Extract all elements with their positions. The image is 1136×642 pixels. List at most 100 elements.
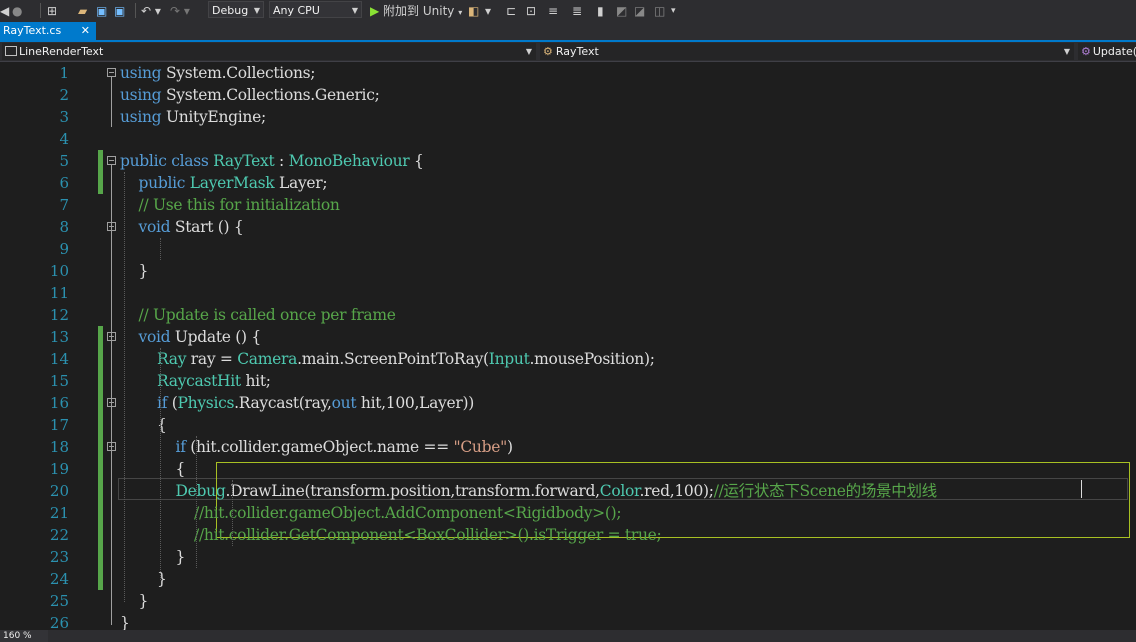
- code-token: LayerMask: [189, 174, 275, 192]
- code-line[interactable]: using System.Collections.Generic;: [120, 84, 380, 106]
- code-line[interactable]: void Update () {: [120, 326, 262, 348]
- code-token: using: [120, 86, 162, 104]
- line-number: 15: [49, 372, 69, 390]
- code-line[interactable]: RaycastHit hit;: [120, 370, 271, 392]
- zoom-level-dropdown[interactable]: 160 %: [0, 630, 48, 642]
- code-editor[interactable]: using System.Collections; using System.Co…: [0, 62, 1136, 632]
- code-token: public: [138, 174, 190, 192]
- save-all-icon[interactable]: ▣: [114, 3, 125, 19]
- code-token: hit;: [240, 372, 272, 390]
- toolbar-separator: [135, 3, 136, 18]
- code-line[interactable]: using UnityEngine;: [120, 106, 266, 128]
- play-icon: ▶: [370, 4, 384, 18]
- project-name: LineRenderText: [19, 45, 104, 58]
- member-dropdown[interactable]: ⚙Update(): [1078, 43, 1136, 60]
- collapse-icon[interactable]: [107, 222, 116, 231]
- code-token: // Update is called once per frame: [138, 306, 396, 324]
- editor-status-bar: 160 %: [0, 630, 1136, 642]
- code-token: Physics: [177, 394, 235, 412]
- code-line[interactable]: // Use this for initialization: [120, 194, 340, 216]
- next-bookmark-icon[interactable]: ◪: [634, 3, 645, 19]
- change-marker: [98, 150, 103, 194]
- new-project-icon[interactable]: ⊞: [47, 3, 57, 19]
- line-number: 12: [49, 306, 69, 324]
- code-token: .main.ScreenPointToRay(: [297, 350, 489, 368]
- tab-raytext-cs[interactable]: RayText.cs ✕: [0, 22, 96, 40]
- code-line[interactable]: // Update is called once per frame: [120, 304, 396, 326]
- navigation-bar: LineRenderText ▼ ⚙RayText ▼ ⚙Update(): [0, 42, 1136, 62]
- class-dropdown[interactable]: ⚙ RayText ▼: [540, 43, 1074, 60]
- code-token: Input: [488, 350, 530, 368]
- code-line[interactable]: Debug.DrawLine(transform.position,transf…: [120, 480, 938, 502]
- collapse-icon[interactable]: [107, 68, 116, 77]
- toolbar-separator: [40, 3, 41, 18]
- chevron-down-icon: ▼: [351, 6, 358, 15]
- class-name: RayText: [555, 45, 599, 58]
- code-token: Update () {: [170, 328, 261, 346]
- collapse-icon[interactable]: [107, 156, 116, 165]
- attach-to-unity-button[interactable]: ▶ 附加到 Unity ▾: [370, 3, 462, 19]
- member-name: Update(): [1092, 45, 1136, 58]
- code-line[interactable]: if (hit.collider.gameObject.name == "Cub…: [120, 436, 513, 458]
- project-dropdown[interactable]: LineRenderText ▼: [2, 43, 536, 60]
- indent-guide: [232, 480, 233, 546]
- code-line[interactable]: }: [120, 546, 186, 568]
- code-token: Ray: [157, 350, 187, 368]
- collapse-icon[interactable]: [107, 398, 116, 407]
- code-token: hit,100,Layer)): [356, 394, 474, 412]
- code-token: //hit.collider.GetComponent<BoxCollider>…: [194, 526, 662, 544]
- code-token: using: [120, 108, 162, 126]
- toolbar: ◀ ● ⊞ ▰ ▣ ▣ ↶ ▾ ↷ ▾ Debug ▼ Any CPU ▼ ▶ …: [0, 0, 1136, 22]
- code-token: }: [120, 548, 186, 566]
- browse-icon[interactable]: ◧: [468, 3, 479, 19]
- code-line[interactable]: //hit.collider.GetComponent<BoxCollider>…: [120, 524, 662, 546]
- line-number: 10: [49, 262, 69, 280]
- code-line[interactable]: Ray ray = Camera.main.ScreenPointToRay(I…: [120, 348, 655, 370]
- navigate-forward-icon[interactable]: ●: [12, 3, 22, 19]
- indent-guide: [160, 238, 161, 260]
- line-number: 7: [59, 196, 69, 214]
- save-icon[interactable]: ▣: [96, 3, 107, 19]
- prev-bookmark-icon[interactable]: ◩: [616, 3, 627, 19]
- code-token: //运行状态下Scene的场景中划线: [713, 482, 937, 500]
- undo-icon[interactable]: ↶ ▾: [141, 3, 161, 19]
- line-number: 18: [49, 438, 69, 456]
- dropdown-icon[interactable]: ▾: [485, 3, 491, 19]
- configuration-dropdown[interactable]: Debug ▼: [208, 1, 264, 18]
- line-number: 13: [49, 328, 69, 346]
- collapse-icon[interactable]: [107, 442, 116, 451]
- open-file-icon[interactable]: ▰: [78, 3, 87, 19]
- comment-lines-icon[interactable]: ≡: [548, 3, 558, 19]
- code-line[interactable]: if (Physics.Raycast(ray,out hit,100,Laye…: [120, 392, 474, 414]
- code-line[interactable]: public LayerMask Layer;: [120, 172, 328, 194]
- code-token: (hit.collider.gameObject.name ==: [185, 438, 454, 456]
- line-number: 17: [49, 416, 69, 434]
- code-line[interactable]: {: [120, 458, 186, 480]
- line-number: 23: [49, 548, 69, 566]
- platform-dropdown[interactable]: Any CPU ▼: [269, 1, 362, 18]
- close-icon[interactable]: ✕: [81, 22, 90, 40]
- code-line[interactable]: public class RayText : MonoBehaviour {: [120, 150, 424, 172]
- code-token: void: [138, 328, 171, 346]
- bookmark-icon[interactable]: ▮: [597, 3, 604, 19]
- collapse-icon[interactable]: [107, 332, 116, 341]
- step-into-icon[interactable]: ⊏: [506, 3, 516, 19]
- line-number: 6: [59, 174, 69, 192]
- toggle-icon[interactable]: ⊡: [526, 3, 536, 19]
- redo-icon[interactable]: ↷ ▾: [170, 3, 190, 19]
- navigate-back-icon[interactable]: ◀: [0, 3, 9, 19]
- code-line[interactable]: using System.Collections;: [120, 62, 316, 84]
- line-number: 14: [49, 350, 69, 368]
- chevron-down-icon: ▼: [1063, 47, 1070, 56]
- uncomment-lines-icon[interactable]: ≣: [572, 3, 582, 19]
- code-token: .red,100);: [639, 482, 714, 500]
- code-token: .DrawLine(transform.position,transform.f…: [225, 482, 600, 500]
- toolbar-overflow-icon[interactable]: ▾: [671, 3, 676, 19]
- code-token: :: [274, 152, 289, 170]
- code-token: Color: [599, 482, 640, 500]
- clear-bookmarks-icon[interactable]: ◫: [654, 3, 665, 19]
- code-line[interactable]: void Start () {: [120, 216, 244, 238]
